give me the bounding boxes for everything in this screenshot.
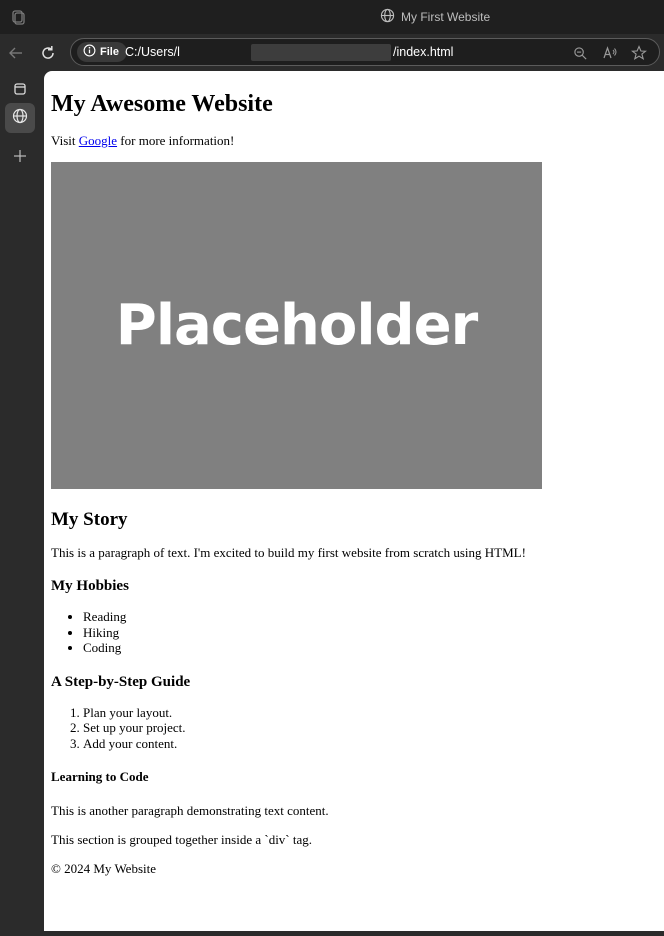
section-paragraph: This section is grouped together inside … bbox=[51, 832, 313, 847]
window-title-text: My First Website bbox=[401, 10, 491, 24]
guide-steps-list: Plan your layout. Set up your project. A… bbox=[51, 705, 664, 752]
refresh-icon[interactable] bbox=[37, 42, 59, 64]
address-bar[interactable]: File C:/Users/l /index.html bbox=[70, 38, 660, 66]
title-bar: My First Website bbox=[0, 0, 664, 34]
list-item: Coding bbox=[83, 640, 664, 656]
favorite-star-icon[interactable] bbox=[630, 44, 648, 62]
info-icon bbox=[83, 44, 96, 60]
tab-actions-icon[interactable] bbox=[5, 74, 35, 104]
list-item: Set up your project. bbox=[83, 720, 664, 736]
file-chip-label: File bbox=[100, 46, 119, 58]
page-title: My Awesome Website bbox=[51, 91, 273, 117]
list-item: Reading bbox=[83, 609, 664, 625]
visit-suffix: for more information! bbox=[117, 133, 235, 148]
url-text-start: C:/Users/l bbox=[125, 45, 180, 59]
story-heading: My Story bbox=[51, 509, 128, 530]
google-link[interactable]: Google bbox=[79, 133, 117, 148]
window-title: My First Website bbox=[380, 8, 490, 26]
new-tab-plus-icon[interactable] bbox=[5, 141, 35, 171]
visit-prefix: Visit bbox=[51, 133, 79, 148]
page-content: My Awesome Website Visit Google for more… bbox=[44, 71, 664, 931]
hobbies-heading: My Hobbies bbox=[51, 578, 129, 594]
sidebar-tab-my-first-website[interactable] bbox=[5, 103, 35, 133]
footer-text: © 2024 My Website bbox=[51, 861, 157, 876]
window-bottom-edge bbox=[44, 931, 664, 936]
placeholder-image-text: Placeholder bbox=[115, 293, 478, 358]
guide-heading: A Step-by-Step Guide bbox=[51, 673, 191, 690]
site-info-button[interactable]: File bbox=[77, 42, 127, 62]
back-arrow-icon[interactable] bbox=[5, 42, 27, 64]
learning-heading: Learning to Code bbox=[51, 769, 149, 784]
list-item: Hiking bbox=[83, 625, 664, 641]
globe-icon bbox=[380, 8, 395, 26]
list-item: Plan your layout. bbox=[83, 705, 664, 721]
url-redaction bbox=[251, 44, 391, 61]
placeholder-image: Placeholder bbox=[51, 162, 542, 489]
story-paragraph: This is a paragraph of text. I'm excited… bbox=[51, 545, 526, 560]
visit-paragraph: Visit Google for more information! bbox=[51, 133, 664, 149]
url-text-end: /index.html bbox=[393, 45, 454, 59]
browser-toolbar: File C:/Users/l /index.html bbox=[0, 34, 664, 71]
globe-icon bbox=[12, 108, 28, 128]
zoom-out-icon[interactable] bbox=[571, 44, 589, 62]
vertical-tab-sidebar bbox=[0, 71, 44, 936]
another-paragraph: This is another paragraph demonstrating … bbox=[51, 803, 329, 818]
app-icon bbox=[10, 9, 26, 25]
read-aloud-icon[interactable] bbox=[601, 44, 619, 62]
list-item: Add your content. bbox=[83, 736, 664, 752]
hobbies-list: Reading Hiking Coding bbox=[51, 609, 664, 656]
